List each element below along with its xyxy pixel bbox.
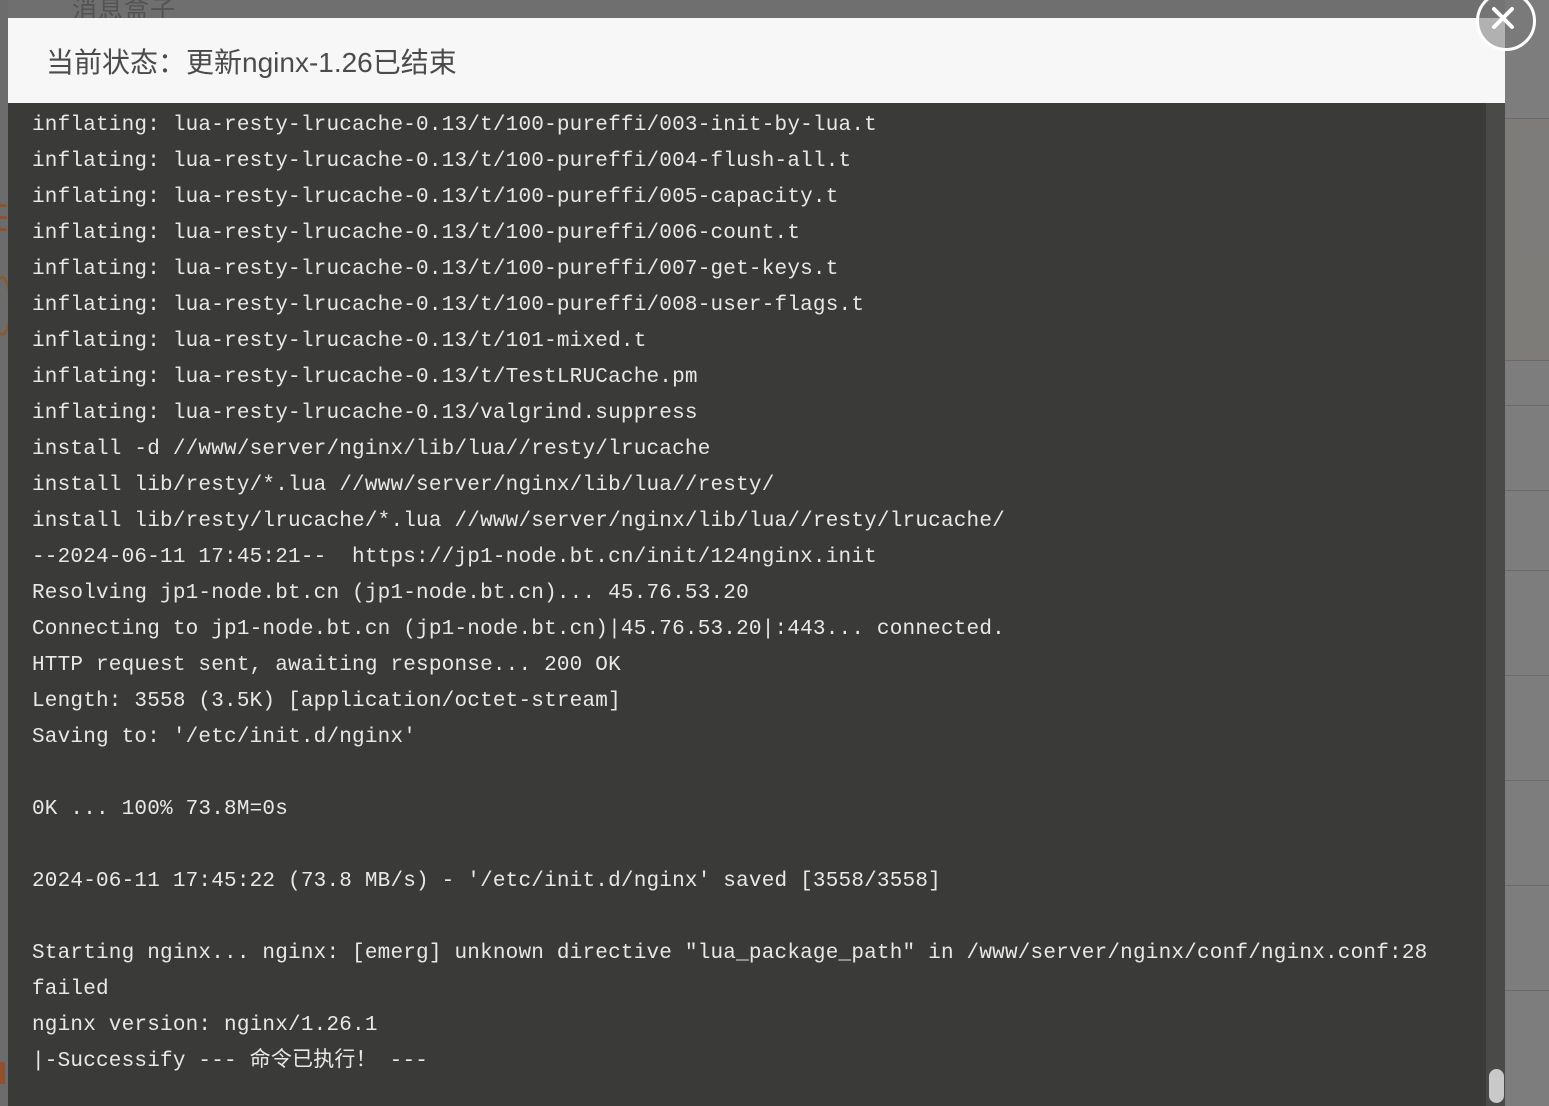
background-row-divider	[1505, 570, 1549, 571]
terminal-line: failed	[32, 978, 109, 1001]
terminal-line: install lib/resty/lrucache/*.lua //www/s…	[32, 510, 1005, 533]
background-right-tint	[1505, 120, 1549, 360]
terminal-line: inflating: lua-resty-lrucache-0.13/t/101…	[32, 330, 647, 353]
terminal-line: Connecting to jp1-node.bt.cn (jp1-node.b…	[32, 618, 1005, 641]
terminal-line: inflating: lua-resty-lrucache-0.13/t/100…	[32, 258, 839, 281]
terminal-line: Resolving jp1-node.bt.cn (jp1-node.bt.cn…	[32, 582, 749, 605]
terminal-line: Saving to: '/etc/init.d/nginx'	[32, 726, 417, 749]
terminal-line: 0K ... 100% 73.8M=0s	[32, 798, 289, 821]
terminal-line: 2024-06-11 17:45:22 (73.8 MB/s) - '/etc/…	[32, 870, 941, 893]
terminal-line: inflating: lua-resty-lrucache-0.13/t/100…	[32, 150, 852, 173]
terminal-line: inflating: lua-resty-lrucache-0.13/t/100…	[32, 222, 801, 245]
background-topbar	[0, 0, 1549, 20]
terminal-line: |-Successify --- 命令已执行！ ---	[32, 1050, 429, 1073]
terminal-line: inflating: lua-resty-lrucache-0.13/t/100…	[32, 186, 839, 209]
terminal-line: HTTP request sent, awaiting response... …	[32, 654, 621, 677]
terminal-line: inflating: lua-resty-lrucache-0.13/valgr…	[32, 402, 698, 425]
background-row-divider	[1505, 490, 1549, 491]
terminal-scrollbar-thumb[interactable]	[1489, 1069, 1504, 1103]
terminal-line: inflating: lua-resty-lrucache-0.13/t/Tes…	[32, 366, 698, 389]
background-marker	[0, 204, 7, 207]
terminal-output-panel[interactable]: inflating: lua-resty-lrucache-0.13/t/100…	[8, 103, 1505, 1106]
current-status-text: 当前状态：更新nginx-1.26已结束	[46, 46, 457, 78]
background-marker	[0, 216, 7, 219]
terminal-line: install -d //www/server/nginx/lib/lua//r…	[32, 438, 711, 461]
background-row-divider	[1505, 118, 1549, 119]
terminal-line: Starting nginx... nginx: [emerg] unknown…	[32, 942, 1428, 965]
terminal-line: Length: 3558 (3.5K) [application/octet-s…	[32, 690, 621, 713]
terminal-line: nginx version: nginx/1.26.1	[32, 1014, 378, 1037]
terminal-line: install lib/resty/*.lua //www/server/ngi…	[32, 474, 775, 497]
background-row-divider	[1505, 990, 1549, 991]
background-row-divider	[1505, 885, 1549, 886]
background-marker	[0, 1062, 5, 1084]
background-left-rail	[0, 0, 8, 1106]
modal-header: 当前状态：更新nginx-1.26已结束	[8, 18, 1505, 103]
terminal-log-lines: inflating: lua-resty-lrucache-0.13/t/100…	[8, 103, 1488, 1080]
terminal-scrollbar-track[interactable]	[1486, 103, 1505, 1106]
terminal-line: --2024-06-11 17:45:21-- https://jp1-node…	[32, 546, 877, 569]
close-icon	[1492, 7, 1514, 29]
background-row-divider	[1505, 405, 1549, 406]
terminal-line: inflating: lua-resty-lrucache-0.13/t/100…	[32, 294, 865, 317]
background-row-divider	[1505, 675, 1549, 676]
background-marker	[0, 228, 7, 231]
background-row-divider	[1505, 360, 1549, 361]
terminal-line: inflating: lua-resty-lrucache-0.13/t/100…	[32, 114, 877, 137]
background-row-divider	[1505, 780, 1549, 781]
